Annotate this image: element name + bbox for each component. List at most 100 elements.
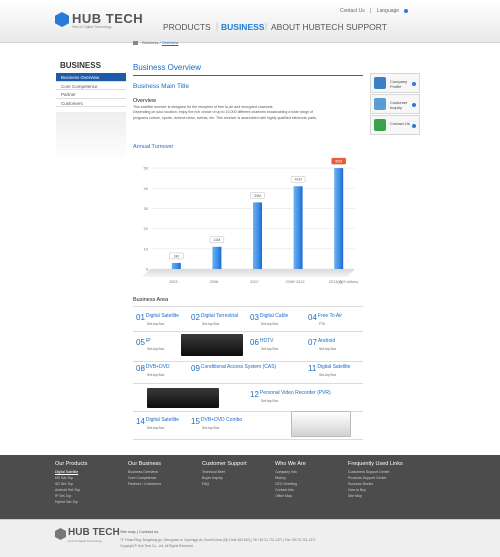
quick-link-contact-us[interactable]: Contact Us	[370, 115, 420, 135]
bar	[212, 246, 222, 269]
x-tick-label: 2003	[169, 280, 177, 284]
quick-link-company-profile[interactable]: Company Profile	[370, 73, 420, 93]
divider	[133, 306, 363, 307]
data-label: 50M	[335, 159, 342, 163]
divider	[133, 383, 363, 384]
nav-support[interactable]: SUPPORT	[346, 22, 387, 32]
footer-column-support: Customer Support Technical Brief Buyer I…	[202, 461, 247, 487]
contact-us-link[interactable]: Contact Us	[340, 8, 365, 14]
hub-cube-icon	[55, 12, 69, 27]
footer-heading: Customer Support	[202, 461, 247, 467]
chart-title: Annual Turnover	[133, 144, 174, 150]
footer-link[interactable]: FAQ	[202, 481, 247, 487]
overview-text: This satellite receiver is designed for …	[133, 105, 358, 121]
logo-tagline: Hub of Digital Technology	[72, 25, 112, 29]
bottom-bar: HUB TECH Hub of Digital Technology Site …	[0, 519, 500, 557]
main-content: Business Overview Business Main Title Ov…	[133, 63, 363, 120]
business-item[interactable]: 04Free To Air FTA	[308, 313, 342, 331]
top-links-separator: |	[370, 8, 372, 14]
quick-link-customer-inquiry[interactable]: Customer Inquiry	[370, 94, 420, 114]
headset-person-icon	[374, 98, 386, 110]
arrow-circle-icon	[412, 103, 416, 107]
footer-link[interactable]: Site Map	[348, 493, 403, 499]
business-item[interactable]: 01Digital Satellite Set-top Box	[136, 313, 179, 331]
business-item-name: Personal Video Recorder (PVR)	[259, 390, 331, 396]
business-item[interactable]: 02Digital Terrestrial Set-top Box	[191, 313, 238, 331]
business-item[interactable]: 06HDTV Set-top Box	[250, 338, 278, 356]
business-item[interactable]: 03Digital Cable Set-top Box	[250, 313, 288, 331]
language-link[interactable]: Language	[377, 8, 399, 14]
business-item-number: 01	[136, 313, 145, 322]
business-item[interactable]: 05IP Set-top Box	[136, 338, 164, 356]
y-tick-label: 10	[144, 246, 149, 251]
ip-settop-box-image	[181, 334, 243, 356]
business-item[interactable]: 14Digital Satellite Set-top Box	[136, 417, 179, 435]
copyright: Copyright © Hub Tech Co., Ltd. All Right…	[120, 544, 193, 548]
business-item[interactable]: 08DVB+DVD Set-top Box	[136, 364, 170, 382]
data-label: 11M	[214, 238, 221, 242]
footer-logo-text: HUB TECH	[68, 527, 120, 538]
company-address: 7F, Hwan-Ring, Bongdong-gu, Seongnam-si,…	[120, 538, 316, 542]
logo-text: HUB TECH	[72, 11, 144, 26]
breadcrumb-business[interactable]: Business	[142, 40, 158, 45]
nav-products[interactable]: PRODUCTS	[163, 22, 211, 32]
globe-icon	[404, 8, 409, 13]
y-tick-label: 30	[144, 206, 149, 211]
nav-about[interactable]: ABOUT HUBTECH	[271, 22, 344, 32]
business-item[interactable]: 09Conditional Access System (CAS)	[191, 364, 276, 382]
sidebar-item-partner[interactable]: Partner	[56, 90, 126, 99]
data-label: 41M	[295, 178, 302, 182]
business-item-number: 15	[191, 417, 200, 426]
breadcrumb-separator: /	[159, 40, 161, 45]
footer-column-products: Our Products Digital Satellite HD Set-To…	[55, 461, 87, 505]
footer-column-who-we-are: Who We Are Company Info History CEO Gree…	[275, 461, 306, 499]
business-item-name: Digital Satellite	[317, 364, 351, 370]
business-item[interactable]: 12Personal Video Recorder (PVR) Set-top …	[250, 390, 331, 408]
business-item-name: Digital Cable	[259, 313, 289, 319]
person-icon	[374, 77, 386, 89]
x-tick-label: 2007	[250, 280, 258, 284]
nav-divider: |	[216, 22, 219, 31]
footer-heading: Frequently Used Links	[348, 461, 403, 467]
site-map-link[interactable]: Site map	[120, 529, 136, 534]
section-heading: Business Main Title	[133, 83, 189, 90]
sidebar-item-customers[interactable]: Customers	[56, 99, 126, 107]
business-item-sub: Set-top Box	[261, 399, 279, 403]
bar	[253, 202, 262, 269]
business-item-sub: Set-top Box	[147, 426, 165, 430]
nav-divider: |	[265, 22, 268, 31]
nav-business[interactable]: BUSINESS	[221, 22, 264, 32]
contact-us-footer-link[interactable]: Contact us	[139, 529, 158, 534]
business-item-number: 02	[191, 313, 200, 322]
sidebar-item-core-competence[interactable]: Core Competence	[56, 82, 126, 90]
footer-link[interactable]: Hybrid Set-Top	[55, 499, 87, 505]
footer-link[interactable]: Office Map	[275, 493, 306, 499]
business-item-name: Digital Satellite	[145, 417, 179, 423]
footer: Our Products Digital Satellite HD Set-To…	[0, 455, 500, 519]
page-title: Business Overview	[133, 63, 363, 76]
business-item-number: 08	[136, 364, 145, 373]
top-links: Contact Us | Language	[340, 8, 412, 14]
business-item-number: 09	[191, 364, 200, 373]
home-icon[interactable]	[133, 40, 138, 45]
breadcrumb: Business / Overview	[133, 40, 178, 45]
business-item-sub: Set-top Box	[147, 347, 165, 351]
bottom-links-separator: |	[136, 529, 138, 534]
business-item-sub: Set-top Box	[202, 426, 220, 430]
sidebar-item-business-overview[interactable]: Business Overview	[56, 73, 126, 82]
business-item-number: 06	[250, 338, 259, 347]
data-label: 3M	[174, 254, 179, 258]
business-item-name: Digital Satellite	[145, 313, 179, 319]
footer-link[interactable]: Partners / Customers	[128, 481, 161, 487]
business-item[interactable]: 15DVB+DVD Combo Set-top Box	[191, 417, 242, 435]
bar	[334, 168, 344, 269]
white-settop-box-image	[291, 411, 351, 437]
business-item-name: Conditional Access System (CAS)	[200, 364, 277, 370]
business-item-name: Digital Terrestrial	[200, 313, 239, 319]
arrow-circle-icon	[412, 82, 416, 86]
footer-column-frequent-links: Frequently Used Links Customers Support …	[348, 461, 403, 499]
business-item[interactable]: 07Android Set-top Box	[308, 338, 336, 356]
contact-icon	[374, 119, 386, 131]
business-item-sub: Set-top Box	[147, 373, 165, 377]
business-item[interactable]: 11Digital Satellite Set-top Box	[308, 364, 350, 382]
